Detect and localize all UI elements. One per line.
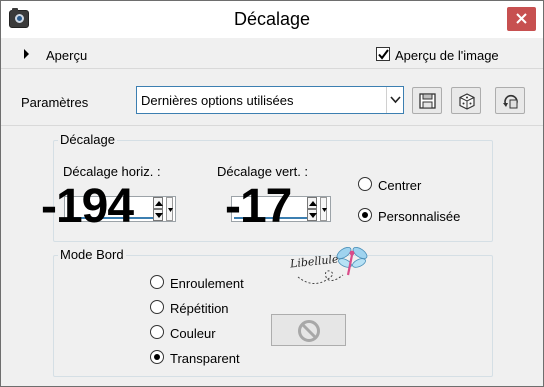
edge-mode-group-title: Mode Bord [58,247,126,262]
reset-icon [503,94,518,109]
horizontal-value-dropdown[interactable] [166,197,173,221]
preview-section: Aperçu Aperçu de l'image [1,39,543,69]
vertical-decrement-button[interactable] [307,209,317,221]
repeat-label[interactable]: Répétition [170,301,229,316]
repeat-radio[interactable] [150,300,164,314]
randomize-button[interactable] [451,87,481,114]
vertical-offset-value: -17 [225,180,292,233]
vertical-increment-button[interactable] [307,197,317,209]
arrow-down-icon [155,213,163,218]
transparent-label[interactable]: Transparent [170,351,240,366]
image-preview-label: Aperçu de l'image [395,48,499,63]
reset-button[interactable] [495,87,525,114]
preview-toggle-label[interactable]: Aperçu [46,48,87,63]
close-icon [516,13,527,24]
small-down-icon [322,208,327,212]
dropdown-button[interactable] [386,87,403,113]
horizontal-decrement-button[interactable] [153,209,163,221]
close-button[interactable] [507,7,536,31]
custom-radio[interactable] [358,208,372,222]
parameters-label: Paramètres [21,95,89,110]
vertical-offset-label: Décalage vert. : [217,164,309,179]
color-radio[interactable] [150,325,164,339]
horizontal-offset-value: -194 [41,180,134,233]
preset-select-value: Dernières options utilisées [141,93,294,108]
parameters-section: Paramètres Dernières options utilisées [1,70,543,126]
vertical-value-dropdown[interactable] [320,197,327,221]
offset-group-title: Décalage [58,132,117,147]
arrow-up-icon [155,201,163,206]
chevron-down-icon [390,96,401,104]
save-preset-button[interactable] [412,87,442,114]
color-swatch-button[interactable] [271,314,346,346]
wrap-radio[interactable] [150,275,164,289]
dice-icon [459,93,475,110]
image-preview-checkbox[interactable] [376,47,390,61]
small-down-icon [168,208,173,212]
center-label[interactable]: Centrer [378,178,421,193]
checkmark-icon [378,49,389,60]
preset-select[interactable]: Dernières options utilisées [136,86,404,114]
horizontal-increment-button[interactable] [153,197,163,209]
dragonfly-icon [297,246,368,284]
horizontal-offset-label: Décalage horiz. : [63,164,161,179]
custom-label[interactable]: Personnalisée [378,209,460,224]
expand-triangle-icon[interactable] [24,49,29,59]
window-title: Décalage [233,9,311,29]
arrow-down-icon [309,213,317,218]
libellule-watermark-logo: Libellule [288,241,378,291]
title-bar: Décalage [1,1,543,38]
transparent-radio[interactable] [150,350,164,364]
save-icon [419,93,436,109]
center-radio[interactable] [358,177,372,191]
color-label[interactable]: Couleur [170,326,216,341]
wrap-label[interactable]: Enroulement [170,276,244,291]
arrow-up-icon [309,201,317,206]
no-color-icon [298,320,320,342]
dialog-window: Décalage Aperçu Aperçu de l'image Paramè… [0,0,544,387]
